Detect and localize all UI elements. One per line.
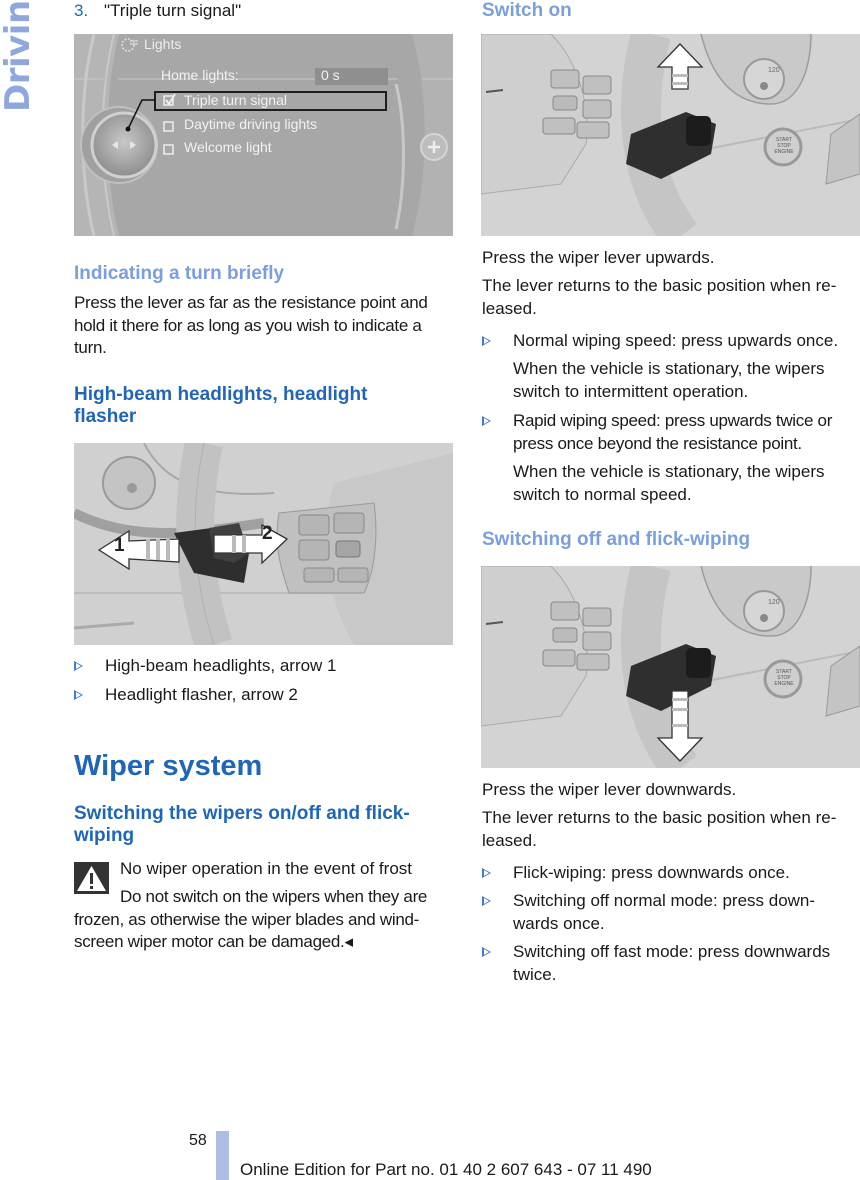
switch-on-bullet-2: Rapid wiping speed: press upwards twice …: [482, 410, 860, 455]
heading-high-beam: High-beam headlights, headlight flasher: [74, 384, 368, 427]
high-beam-figure: 1 2: [74, 443, 453, 645]
switch-on-p1: Press the wiper lever upwards.: [482, 248, 715, 267]
bullet-triangle-icon: [74, 690, 83, 700]
arrow-1-label: 1: [114, 535, 125, 556]
step-text: "Triple turn signal": [104, 1, 242, 20]
bullet-triangle-icon: [482, 336, 491, 346]
start-stop-button-label: START STOP ENGINE: [774, 669, 794, 687]
option-daytime-driving-lights: Daytime driving lights: [184, 116, 318, 132]
heading-switch-on: Switch on: [482, 0, 572, 21]
start-stop-button-label: START STOP ENGINE: [774, 137, 794, 155]
arrow-2-label: 2: [262, 523, 273, 544]
bullet-triangle-icon: [482, 416, 491, 426]
footer-bar: [216, 1131, 229, 1180]
heading-indicating-turn: Indicating a turn briefly: [74, 263, 285, 284]
heading-wiper-system: Wiper system: [74, 750, 263, 782]
heading-switching-off: Switching off and flick-wiping: [482, 529, 751, 550]
switch-off-bullet-2: Switching off normal mode: press down­wa…: [482, 890, 832, 935]
wiper-up-figure: 120 START STOP ENGINE: [481, 34, 860, 236]
home-lights-label: Home lights:: [161, 67, 239, 83]
switch-off-p2: The lever returns to the basic position …: [482, 808, 837, 850]
option-welcome-light: Welcome light: [184, 139, 272, 155]
indicating-text: Press the lever as far as the resistance…: [74, 293, 428, 357]
option-triple-turn-signal: Triple turn signal: [184, 92, 287, 108]
highbeam-bullet-1: High-beam headlights, arrow 1: [74, 655, 454, 678]
warning-title: No wiper operation in the event of frost: [120, 859, 412, 878]
switch-off-bullet-1: Flick-wiping: press downwards once.: [482, 862, 860, 885]
bullet-triangle-icon: [74, 661, 83, 671]
highbeam-bullet-2: Headlight flasher, arrow 2: [74, 684, 454, 707]
switch-on-bullet-1-note: When the vehicle is stationary, the wipe…: [513, 359, 825, 401]
edition-text: Online Edition for Part no. 01 40 2 607 …: [240, 1160, 652, 1179]
switch-on-bullet-1: Normal wiping speed: press upwards once.: [482, 330, 860, 353]
switch-on-p2: The lever returns to the basic position …: [482, 276, 837, 318]
warning-text: Do not switch on the wipers when they ar…: [74, 887, 428, 951]
bullet-triangle-icon: [482, 896, 491, 906]
heading-switching-wipers: Switching the wipers on/off and flick-wi…: [74, 803, 410, 846]
switch-on-bullet-2-note: When the vehicle is stationary, the wipe…: [513, 462, 825, 504]
step-number: 3.: [74, 1, 89, 20]
wiper-down-figure: 120 START STOP ENGINE: [481, 566, 860, 768]
bullet-triangle-icon: [482, 868, 491, 878]
switch-off-bullet-3: Switching off fast mode: press downwards…: [482, 941, 860, 986]
page-number: 58: [189, 1132, 207, 1149]
gauge-label: 120: [768, 599, 780, 606]
lights-title: Lights: [144, 36, 182, 52]
lights-menu-figure: Lights Home lights: 0 s Triple turn sign…: [74, 34, 453, 236]
gauge-label: 120: [768, 67, 780, 74]
bullet-triangle-icon: [482, 947, 491, 957]
switch-off-p1: Press the wiper lever downwards.: [482, 780, 737, 799]
chapter-tab: Driving: [0, 0, 38, 112]
home-lights-value: 0 s: [321, 67, 340, 83]
step-3: 3. "Triple turn signal": [74, 0, 241, 22]
